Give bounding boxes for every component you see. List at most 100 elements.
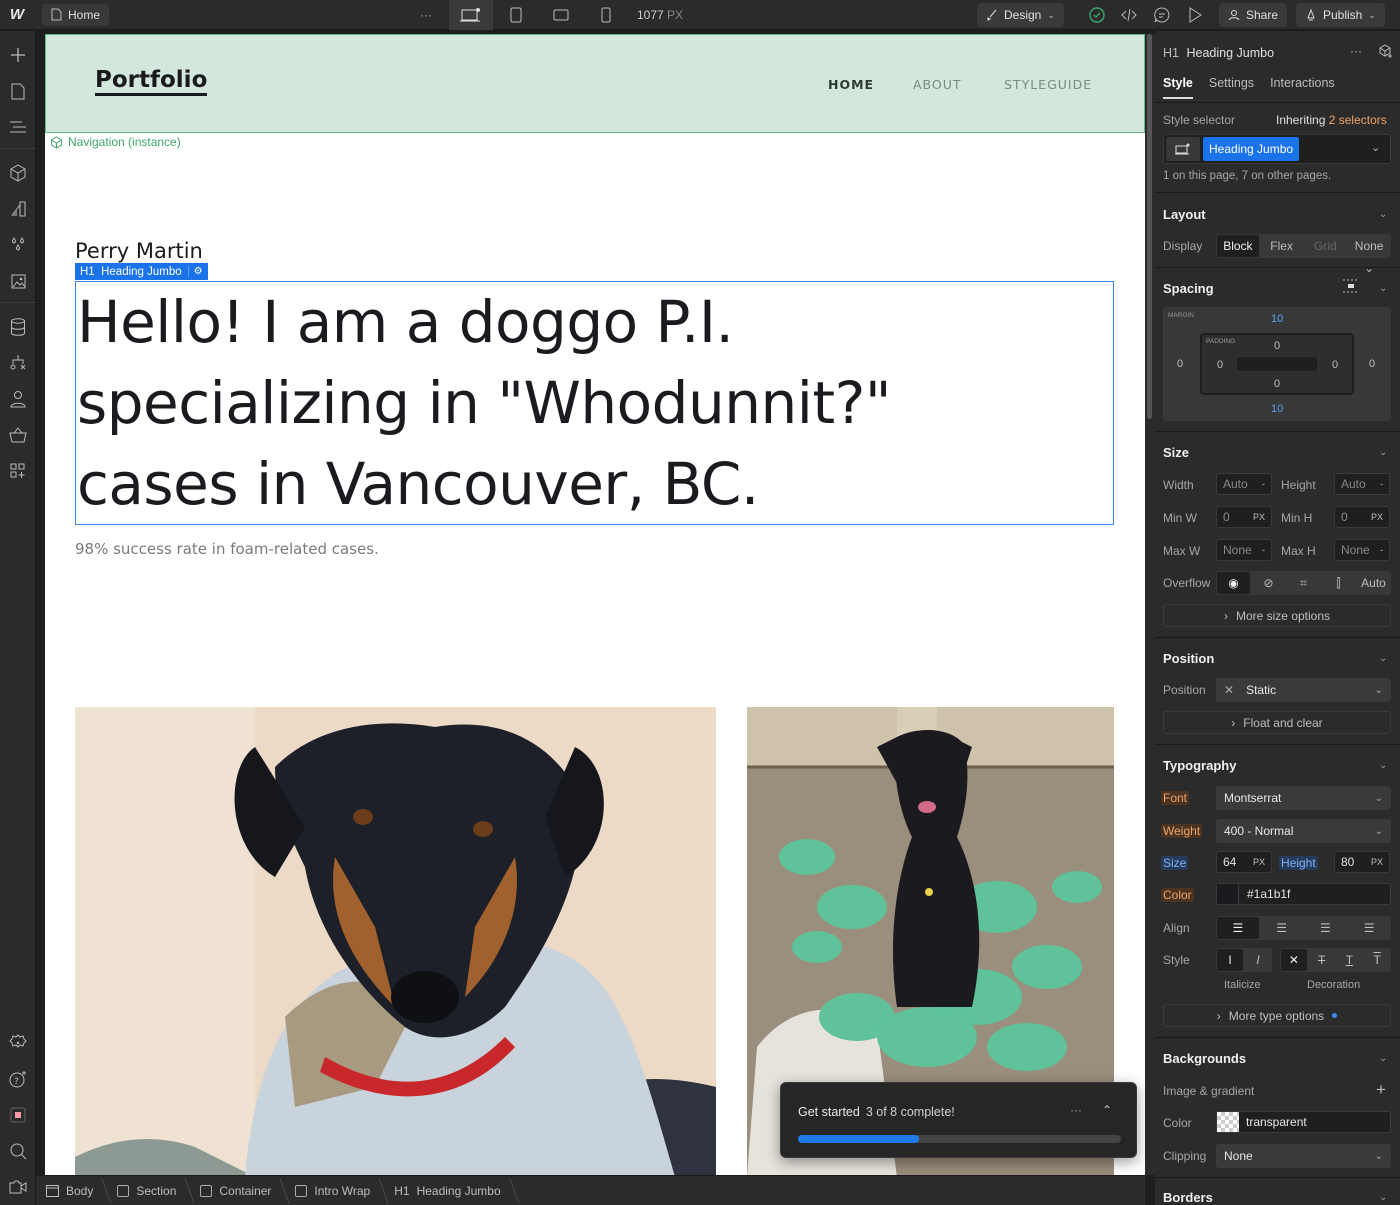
more-options-icon[interactable]: ··· [1350,44,1362,58]
overflow-scroll-icon[interactable]: ⌗ [1287,572,1320,594]
regular-style-icon[interactable]: I [1217,949,1243,971]
breadcrumb-container[interactable]: Container [200,1184,285,1198]
share-button[interactable]: Share [1219,3,1288,27]
chevron-down-icon[interactable]: ⌄ [1379,1192,1387,1203]
breadcrumb-section[interactable]: Section [117,1184,190,1198]
display-flex-option[interactable]: Flex [1261,235,1303,257]
publish-status-check-icon[interactable] [1087,5,1107,25]
style-selectors-icon[interactable] [7,198,29,220]
style-selector-field[interactable]: Heading Jumbo ⌄ [1163,134,1391,164]
position-section-title[interactable]: Position [1163,651,1214,666]
breadcrumb-intro-wrap[interactable]: Intro Wrap [295,1184,384,1198]
typography-section-title[interactable]: Typography [1163,758,1236,773]
chevron-down-icon[interactable]: ⌄ [1371,141,1380,154]
bg-color-input[interactable]: transparent [1216,1111,1391,1133]
min-width-input[interactable]: 0 PX [1216,506,1272,528]
overflow-clip-icon[interactable]: ⫿ [1322,572,1355,594]
borders-section-title[interactable]: Borders [1163,1190,1213,1205]
canvas-width-readout[interactable]: 1077 PX [637,8,683,22]
design-mode-button[interactable]: Design ⌄ [977,3,1064,27]
variables-icon[interactable] [7,234,29,256]
nav-link-about[interactable]: ABOUT [913,77,962,92]
brand-logo-link[interactable]: Portfolio [95,67,208,96]
transparent-swatch[interactable] [1217,1112,1239,1132]
navigator-icon[interactable] [7,116,29,138]
color-swatch[interactable] [1217,884,1239,904]
overflow-auto-option[interactable]: Auto [1357,572,1390,594]
tab-interactions[interactable]: Interactions [1270,76,1335,99]
no-decoration-icon[interactable]: ✕ [1281,949,1307,971]
unit-label[interactable]: PX [1253,512,1265,522]
video-tutorials-icon[interactable] [7,1176,29,1198]
page-switcher-button[interactable]: Home [42,3,110,26]
tab-settings[interactable]: Settings [1209,76,1254,99]
inheriting-info[interactable]: Inheriting 2 selectors [1276,113,1387,127]
add-elements-icon[interactable] [7,44,29,66]
backgrounds-section-title[interactable]: Backgrounds [1163,1051,1246,1066]
tab-style[interactable]: Style [1163,76,1193,99]
breadcrumb-body[interactable]: Body [46,1184,107,1198]
font-family-select[interactable]: Montserrat ⌄ [1216,786,1391,810]
overflow-visible-eye-icon[interactable]: ◉ [1217,572,1250,594]
clipping-select[interactable]: None ⌄ [1216,1144,1391,1168]
more-size-options-button[interactable]: › More size options [1163,604,1391,627]
unit-label[interactable]: PX [1371,512,1383,522]
breakpoint-desktop-button[interactable] [449,0,493,30]
max-height-input[interactable]: None - [1334,539,1390,561]
unit-label[interactable]: PX [1253,857,1265,867]
search-icon[interactable] [7,1140,29,1162]
more-options-icon[interactable]: ··· [416,4,436,26]
get-started-checklist[interactable]: Get started 3 of 8 complete! ··· ⌃ [780,1082,1137,1158]
overline-icon[interactable]: T [1364,949,1390,971]
padding-top-value[interactable]: 0 [1274,340,1280,352]
overflow-hidden-icon[interactable]: ⊘ [1252,572,1285,594]
breadcrumb-heading-jumbo[interactable]: H1 Heading Jumbo [394,1184,514,1198]
margin-bottom-value[interactable]: 10 [1271,403,1283,415]
help-ai-icon[interactable]: ? [7,1068,29,1090]
dog-in-sweater-image[interactable] [75,707,716,1175]
chevron-down-icon[interactable]: ⌄ [1379,1053,1387,1064]
chevron-down-icon[interactable]: ⌄ [1379,209,1387,220]
padding-bottom-value[interactable]: 0 [1274,378,1280,390]
breakpoint-mobile-landscape-button[interactable] [539,0,583,30]
unit-label[interactable]: PX [1371,857,1383,867]
more-type-options-button[interactable]: › More type options [1163,1004,1391,1027]
align-right-icon[interactable]: ☰ [1305,917,1347,939]
publish-button[interactable]: Publish ⌄ [1296,3,1385,27]
apps-icon[interactable] [7,460,29,482]
components-icon[interactable] [7,162,29,184]
float-and-clear-button[interactable]: › Float and clear [1163,711,1391,734]
nav-link-home[interactable]: HOME [828,77,874,92]
spacing-section-title[interactable]: Spacing [1163,281,1214,296]
max-width-input[interactable]: None - [1216,539,1272,561]
breakpoint-mobile-portrait-button[interactable] [584,0,628,30]
code-export-icon[interactable] [1119,5,1139,25]
align-justify-icon[interactable]: ☰ [1348,917,1390,939]
assets-icon[interactable] [7,270,29,292]
heading-jumbo-selected[interactable]: Hello! I am a doggo P.I. specializing in… [75,281,1114,525]
chevron-down-icon[interactable]: ⌄ [1379,653,1387,664]
intro-name[interactable]: Perry Martin [75,239,203,263]
more-options-icon[interactable]: ··· [1070,1103,1082,1117]
settings-icon[interactable] [7,1032,29,1054]
align-left-icon[interactable]: ☰ [1217,917,1259,939]
preview-play-icon[interactable] [1185,5,1205,25]
design-canvas[interactable]: Portfolio HOME ABOUT STYLEGUIDE Navigati… [45,34,1145,1175]
italic-style-icon[interactable]: I [1245,949,1271,971]
padding-left-value[interactable]: 0 [1217,359,1223,371]
nav-link-styleguide[interactable]: STYLEGUIDE [1004,77,1092,92]
breakpoint-tablet-button[interactable] [494,0,538,30]
font-size-input[interactable]: 64 PX [1216,851,1272,873]
chevron-down-icon[interactable]: ⌄ [1379,447,1387,458]
spacing-mode-icon[interactable] [1342,279,1360,293]
underline-icon[interactable]: T [1337,949,1363,971]
navigation-component[interactable]: Portfolio HOME ABOUT STYLEGUIDE [45,34,1145,133]
cms-icon[interactable] [7,316,29,338]
canvas-scrollbar[interactable] [1145,34,1155,1175]
users-icon[interactable] [7,388,29,410]
display-block-option[interactable]: Block [1217,235,1259,257]
create-component-icon[interactable] [1378,44,1393,59]
align-center-icon[interactable]: ☰ [1261,917,1303,939]
selector-chip[interactable]: Heading Jumbo [1203,137,1300,161]
webflow-logo-icon[interactable]: W [0,0,34,30]
